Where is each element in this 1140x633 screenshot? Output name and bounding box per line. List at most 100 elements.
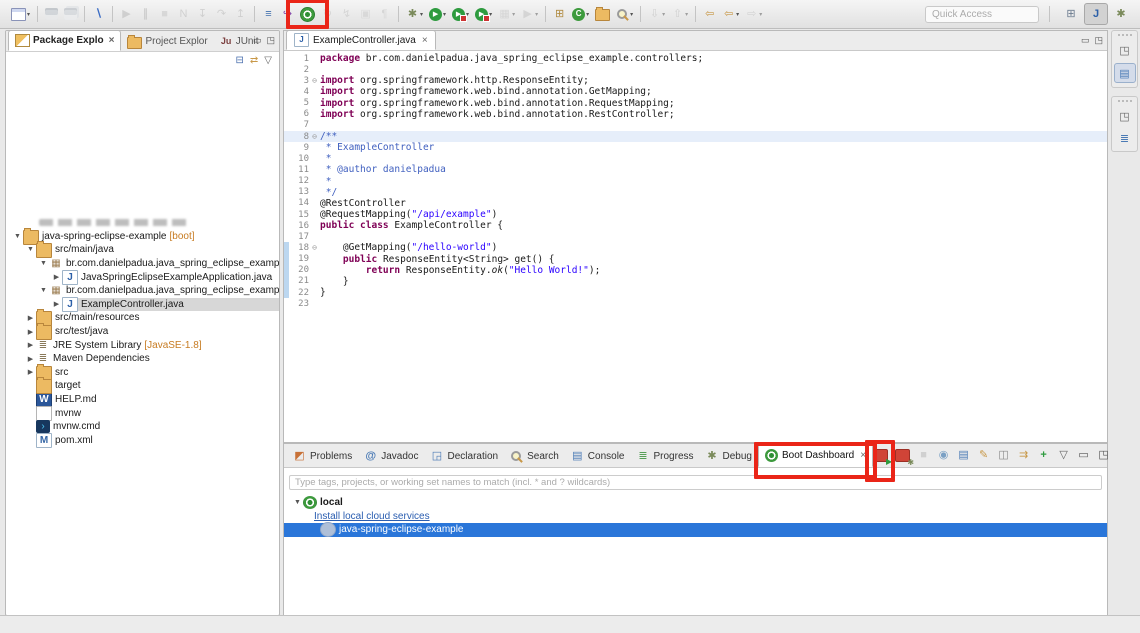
twistie-icon[interactable]: ▼: [12, 233, 23, 240]
tab-search[interactable]: Search: [504, 446, 565, 467]
tab-problems[interactable]: ◩Problems: [287, 446, 358, 467]
minimize-button[interactable]: ▭: [253, 35, 262, 46]
twistie-icon[interactable]: ▶: [51, 300, 62, 308]
fold-marker-icon[interactable]: ⊖: [309, 132, 320, 141]
tree-item-help-md[interactable]: WHELP.md: [6, 393, 279, 407]
tree-item-src-main-java[interactable]: ▼src/main/java: [6, 243, 279, 257]
maximize-button[interactable]: ◳: [266, 35, 275, 46]
tab-boot-dashboard[interactable]: Boot Dashboard×: [758, 444, 873, 467]
open-resource-button[interactable]: [593, 4, 612, 24]
run-as-button[interactable]: ▶▾: [450, 4, 471, 24]
tree-item-application-class[interactable]: ▶JJavaSpringEclipseExampleApplication.ja…: [6, 270, 279, 284]
twistie-icon[interactable]: ▼: [25, 246, 36, 253]
twistie-icon[interactable]: ▶: [25, 314, 36, 322]
code-area[interactable]: 1package br.com.danielpadua.java_spring_…: [284, 51, 1107, 442]
navigate-button[interactable]: ↪: [279, 4, 296, 24]
tree-item-package-controllers[interactable]: ▼▦br.com.danielpadua.java_spring_eclipse…: [6, 284, 279, 298]
skip-breakpoints-button[interactable]: ∖: [90, 4, 107, 24]
twistie-icon[interactable]: ▶: [25, 355, 36, 363]
close-icon[interactable]: ×: [422, 35, 428, 46]
open-browser-button[interactable]: ◉: [937, 448, 950, 462]
view-menu-button[interactable]: ▽: [264, 55, 272, 66]
code-line: 14@RestController: [284, 198, 1107, 209]
twistie-icon[interactable]: ▶: [25, 328, 36, 336]
view-menu-button[interactable]: ▽: [1057, 448, 1070, 462]
sort-button[interactable]: ≡: [260, 4, 277, 24]
link-with-editor-button[interactable]: ⇄: [250, 55, 258, 66]
twistie-icon[interactable]: ▶: [51, 273, 62, 281]
twistie-icon[interactable]: ▶: [25, 341, 36, 349]
tree-item-mvnw[interactable]: mvnw: [6, 406, 279, 420]
coverage-button[interactable]: ▶▾: [473, 4, 494, 24]
java-file-icon: J: [62, 297, 78, 312]
tab-progress[interactable]: ≣Progress: [630, 446, 699, 467]
back-button[interactable]: ⇦▾: [720, 4, 741, 24]
collapse-all-button[interactable]: ⊟: [236, 55, 244, 66]
tree-item-project[interactable]: ▼java-spring-eclipse-example[boot]: [6, 230, 279, 244]
tab-console[interactable]: ▤Console: [565, 446, 631, 467]
tree-item-src-main-resources[interactable]: ▶src/main/resources: [6, 311, 279, 325]
code-text: @RequestMapping("/api/example"): [320, 209, 497, 220]
tab-project-explorer[interactable]: Project Explor: [121, 32, 213, 51]
new-class-button[interactable]: C▾: [570, 4, 591, 24]
twistie-icon[interactable]: ▶: [25, 368, 36, 376]
spring-boot-start-button[interactable]: [298, 4, 317, 24]
show-properties-button[interactable]: ◫: [997, 448, 1010, 462]
close-icon[interactable]: ×: [860, 450, 866, 461]
debug-button[interactable]: ✱▾: [404, 4, 425, 24]
tree-item-package-main[interactable]: ▼▦br.com.danielpadua.java_spring_eclipse…: [6, 257, 279, 271]
external-tools-button: ↯: [338, 4, 355, 24]
search-button[interactable]: ▾: [614, 4, 635, 24]
close-icon[interactable]: ×: [109, 35, 115, 46]
open-config-button[interactable]: ✎: [977, 448, 990, 462]
open-console-button[interactable]: ▤: [957, 448, 970, 462]
install-cloud-services-link[interactable]: Install local cloud services: [284, 510, 1107, 524]
run-button[interactable]: ▶▾: [427, 4, 448, 24]
tree-item-src[interactable]: ▶src: [6, 366, 279, 380]
open-perspective-button[interactable]: ⊞: [1060, 4, 1082, 24]
boot-target-local[interactable]: ▼local: [284, 496, 1107, 510]
tree-item-src-test-java[interactable]: ▶src/test/java: [6, 325, 279, 339]
boot-app-java-spring-eclipse-example[interactable]: java-spring-eclipse-example: [284, 523, 1107, 537]
quick-access-input[interactable]: [925, 6, 1039, 23]
new-wizard-button[interactable]: ▾: [9, 4, 32, 24]
tab-package-explorer[interactable]: Package Explo×: [8, 30, 121, 51]
tree-item-redacted[interactable]: [6, 216, 279, 230]
tree-item-mvnw-cmd[interactable]: ›mvnw.cmd: [6, 420, 279, 434]
last-edit-location-button[interactable]: ⇦: [701, 4, 718, 24]
tree-item-label: br.com.danielpadua.java_spring_eclipse_e…: [66, 258, 279, 269]
java-perspective-button[interactable]: J: [1084, 3, 1108, 25]
tab-debug[interactable]: ✱Debug: [700, 446, 758, 467]
new-java-project-button[interactable]: ⊞: [551, 4, 568, 24]
twistie-icon[interactable]: ▼: [38, 287, 49, 294]
restore-outline-button[interactable]: ◳: [1115, 107, 1135, 125]
fold-marker-icon[interactable]: ⊖: [309, 76, 320, 85]
add-target-button[interactable]: +: [1037, 448, 1050, 462]
tab-javadoc[interactable]: @Javadoc: [358, 446, 424, 467]
fold-marker-icon[interactable]: ⊖: [309, 243, 320, 252]
editor-tab[interactable]: J ExampleController.java ×: [286, 30, 436, 50]
code-text: }: [320, 287, 326, 298]
tree-item-maven[interactable]: ▶≣Maven Dependencies: [6, 352, 279, 366]
filter-button[interactable]: ⇉: [1017, 448, 1030, 462]
tree-item-example-controller[interactable]: ▶JExampleController.java: [6, 298, 279, 312]
twistie-icon[interactable]: ▼: [292, 499, 303, 506]
boot-filter-input[interactable]: [289, 475, 1102, 490]
tree-item-pom-xml[interactable]: Mpom.xml: [6, 434, 279, 448]
twistie-icon[interactable]: ▼: [38, 260, 49, 267]
boot-restart-button[interactable]: [873, 449, 888, 462]
tree-item-target[interactable]: target: [6, 379, 279, 393]
boot-debug-restart-button[interactable]: [895, 449, 910, 462]
minimize-button[interactable]: ▭: [1081, 35, 1090, 46]
maximize-button[interactable]: ◳: [1094, 35, 1103, 46]
editor-tab-row: J ExampleController.java × ▭ ◳: [284, 31, 1107, 51]
tab-declaration[interactable]: ◲Declaration: [425, 446, 505, 467]
console-view-button[interactable]: ▤: [1114, 63, 1136, 83]
minimize-button[interactable]: ▭: [1077, 448, 1090, 462]
maximize-button[interactable]: ◳: [1097, 448, 1110, 462]
debug-perspective-button[interactable]: ✱: [1110, 4, 1132, 24]
tab-console-icon: ▤: [571, 450, 584, 464]
restore-view-button[interactable]: ◳: [1115, 41, 1135, 59]
outline-view-button[interactable]: ≣: [1115, 129, 1135, 147]
tree-item-jre[interactable]: ▶≣JRE System Library[JavaSE-1.8]: [6, 338, 279, 352]
